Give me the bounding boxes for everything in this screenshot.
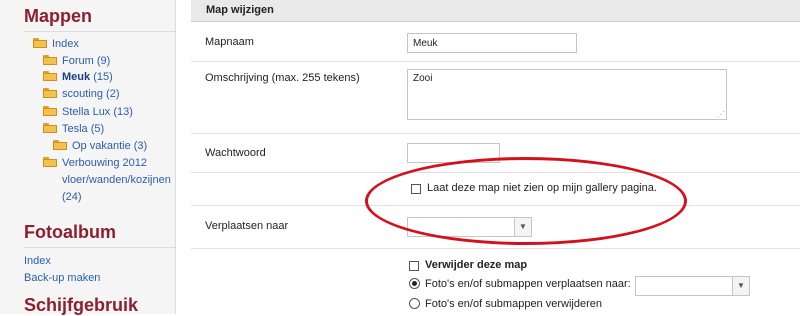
folder-icon: [43, 106, 57, 116]
row-divider: [191, 172, 800, 173]
resize-grip-icon[interactable]: ⋰: [717, 111, 725, 119]
folder-label: Stella Lux: [62, 106, 111, 118]
folder-icon: [53, 140, 67, 150]
schijfgebruik-title: Schijfgebruik: [24, 295, 139, 315]
verplaatsen-select[interactable]: ▼: [407, 217, 532, 237]
wachtwoord-input[interactable]: [407, 143, 500, 163]
omschrijving-label: Omschrijving (max. 255 tekens): [205, 72, 360, 84]
row-divider: [191, 205, 800, 206]
folder-item-stella-lux[interactable]: Stella Lux (13): [43, 106, 133, 118]
folder-count: (13): [113, 106, 133, 118]
divider: [24, 31, 175, 32]
panel-header: Map wijzigen: [191, 0, 800, 22]
move-option-label: Foto's en/of submappen verplaatsen naar:: [425, 278, 631, 290]
folder-icon: [43, 71, 57, 81]
folder-label: Verbouwing 2012: [62, 157, 148, 169]
verplaatsen-label: Verplaatsen naar: [205, 220, 289, 232]
folder-open-icon: [33, 38, 47, 48]
move-option-radio[interactable]: [409, 278, 420, 289]
folder-open-icon: [43, 123, 57, 133]
edit-folder-form: Map wijzigen Mapnaam Omschrijving (max. …: [191, 0, 800, 314]
folder-count: (9): [96, 55, 111, 67]
mappen-title: Mappen: [24, 6, 93, 26]
folder-item-verbouwing[interactable]: Verbouwing 2012: [43, 157, 147, 169]
folder-label: Index: [52, 38, 79, 50]
folder-item-scouting[interactable]: scouting (2): [43, 88, 120, 100]
mapnaam-label: Mapnaam: [205, 36, 254, 48]
delete-option-radio[interactable]: [409, 298, 420, 309]
wachtwoord-label: Wachtwoord: [205, 147, 266, 159]
delete-map-label: Verwijder deze map: [425, 259, 528, 271]
hide-map-checkbox[interactable]: [411, 184, 421, 194]
delete-option-label: Foto's en/of submappen verwijderen: [425, 298, 602, 310]
folder-item-tesla[interactable]: Tesla (5): [43, 123, 104, 135]
folder-label-line2[interactable]: vloer/wanden/kozijnen: [62, 174, 171, 186]
row-divider: [191, 248, 800, 249]
folder-count: (15): [93, 71, 113, 83]
fotoalbum-link-index[interactable]: Index: [24, 255, 51, 267]
row-divider: [191, 61, 800, 62]
folder-count[interactable]: (24): [62, 191, 82, 203]
folder-item-index[interactable]: Index: [33, 38, 79, 50]
fotoalbum-link-backup[interactable]: Back-up maken: [24, 272, 100, 284]
folder-item-forum[interactable]: Forum (9): [43, 55, 110, 67]
folder-label: Meuk: [62, 71, 91, 83]
chevron-down-icon: ▼: [514, 218, 531, 236]
folder-item-meuk[interactable]: Meuk (15): [43, 71, 113, 83]
fotoalbum-title: Fotoalbum: [24, 222, 116, 242]
sidebar: Mappen Index Forum (9) Meuk (15) scoutin…: [0, 0, 176, 315]
folder-icon: [43, 157, 57, 167]
folder-label: Forum: [62, 55, 94, 67]
omschrijving-textarea[interactable]: Zooi: [407, 69, 727, 120]
divider: [24, 247, 175, 248]
folder-count: (5): [90, 123, 105, 135]
chevron-down-icon: ▼: [732, 277, 749, 295]
panel-title: Map wijzigen: [206, 4, 274, 16]
folder-label: Tesla: [62, 123, 88, 135]
folder-count: (3): [133, 140, 148, 152]
mapnaam-input[interactable]: [407, 33, 577, 53]
folder-icon: [43, 88, 57, 98]
folder-item-op-vakantie[interactable]: Op vakantie (3): [53, 140, 147, 152]
folder-icon: [43, 55, 57, 65]
hide-map-label: Laat deze map niet zien op mijn gallery …: [427, 182, 657, 194]
delete-map-checkbox[interactable]: [409, 261, 419, 271]
folder-count: (2): [106, 88, 120, 100]
move-target-select[interactable]: ▼: [635, 276, 750, 296]
row-divider: [191, 133, 800, 134]
folder-label: scouting: [62, 88, 103, 100]
folder-label: Op vakantie: [72, 140, 131, 152]
